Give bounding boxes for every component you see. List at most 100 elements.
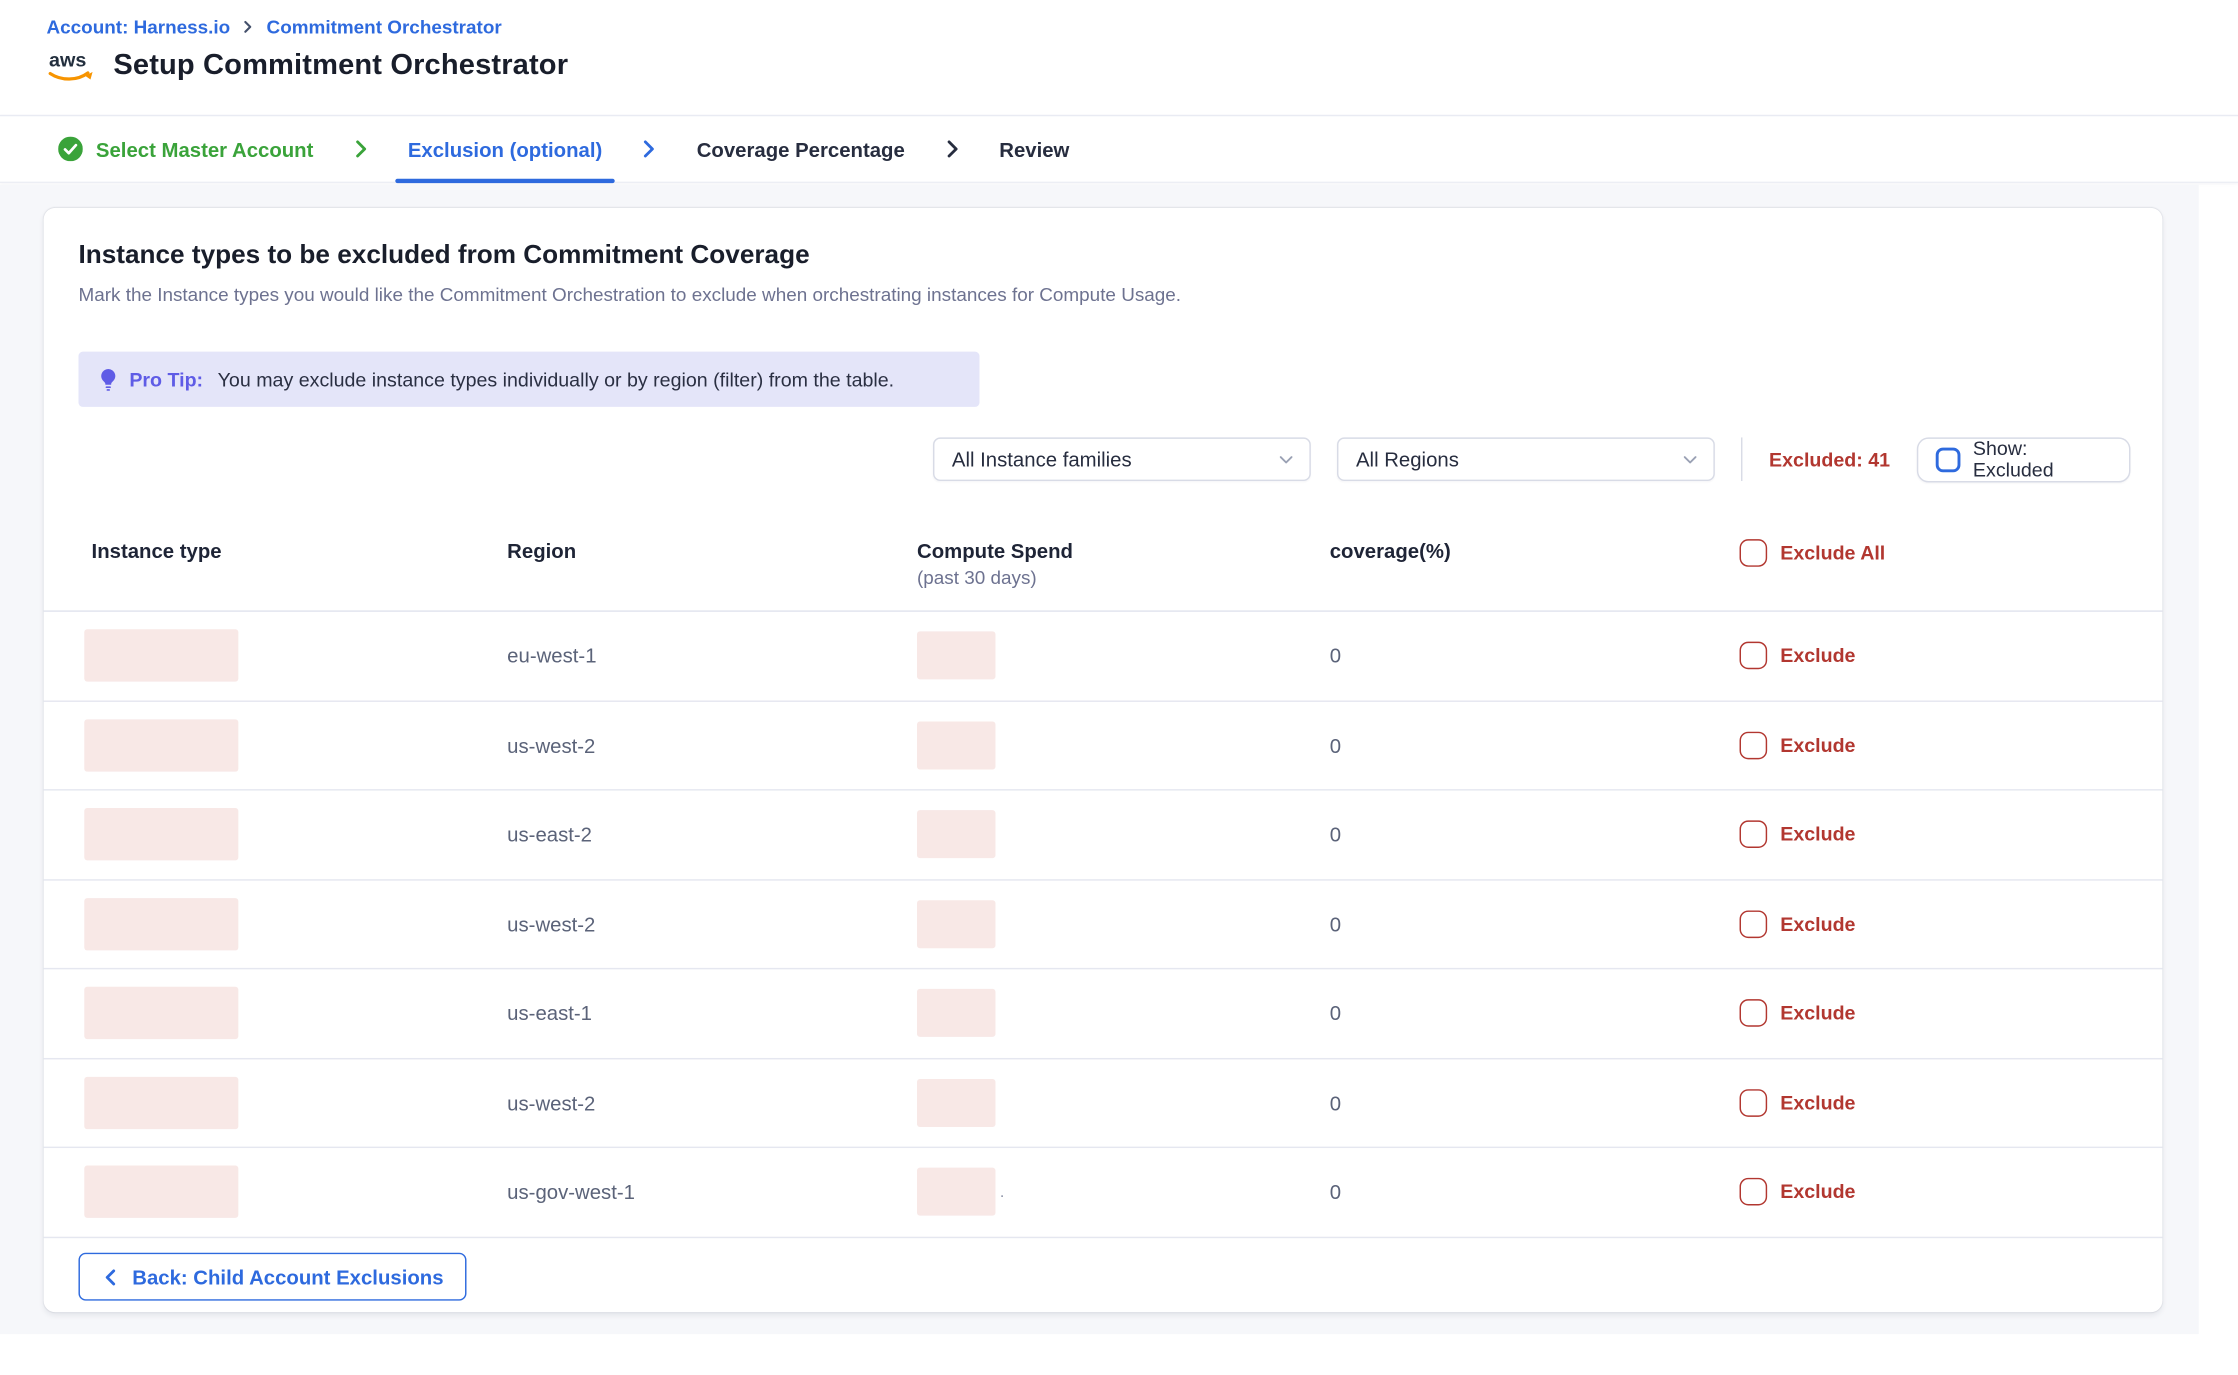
instance-families-select[interactable]: All Instance families: [933, 437, 1311, 481]
exclude-checkbox[interactable]: [1740, 731, 1768, 759]
exclude-cell: Exclude: [1740, 642, 1856, 670]
instance-type-redacted-cell: [84, 898, 238, 950]
panel-subtitle: Mark the Instance types you would like t…: [78, 283, 1181, 305]
step-review[interactable]: Review: [999, 116, 1069, 181]
step-exclusion-optional[interactable]: Exclusion (optional): [408, 116, 602, 181]
instance-type-redacted-cell: [84, 987, 238, 1039]
exclude-cell: Exclude: [1740, 910, 1856, 938]
instance-families-value: All Instance families: [952, 448, 1132, 471]
pro-tip-label: Pro Tip:: [129, 368, 203, 390]
coverage-cell: 0: [1330, 644, 1341, 667]
exclude-checkbox[interactable]: [1740, 642, 1768, 670]
instance-type-redacted-cell: [84, 719, 238, 771]
compute-suffix: .: [1000, 1183, 1004, 1200]
region-cell: us-east-2: [507, 823, 592, 846]
exclusion-table: Instance type Region Compute Spend (past…: [44, 539, 2163, 1237]
region-cell: us-west-2: [507, 912, 595, 935]
exclude-cell: Exclude: [1740, 1089, 1856, 1117]
exclude-checkbox[interactable]: [1740, 910, 1768, 938]
exclude-cell: Exclude: [1740, 999, 1856, 1027]
coverage-cell: 0: [1330, 912, 1341, 935]
svg-text:aws: aws: [49, 50, 86, 72]
exclude-all-label: Exclude All: [1780, 542, 1885, 564]
show-excluded-label: Show: Excluded: [1973, 437, 2112, 481]
lightbulb-icon: [99, 367, 118, 392]
compute-spend-redacted: [917, 811, 995, 859]
exclude-cell: Exclude: [1740, 1178, 1856, 1206]
exclude-all-checkbox[interactable]: [1740, 539, 1768, 567]
exclude-checkbox[interactable]: [1740, 1178, 1768, 1206]
vertical-divider: [1741, 437, 1742, 481]
coverage-cell: 0: [1330, 823, 1341, 846]
instance-type-redacted-cell: [84, 808, 238, 860]
header-compute-spend: Compute Spend (past 30 days): [917, 539, 1073, 588]
exclude-checkbox[interactable]: [1740, 821, 1768, 849]
coverage-cell: 0: [1330, 1180, 1341, 1203]
exclude-cell: Exclude: [1740, 731, 1856, 759]
step-select-master-account[interactable]: Select Master Account: [58, 116, 313, 181]
show-excluded-checkbox[interactable]: [1935, 447, 1960, 472]
step-label: Coverage Percentage: [697, 137, 905, 160]
header-coverage: coverage(%): [1330, 539, 1451, 562]
compute-spend-cell: [917, 811, 1000, 859]
compute-spend-cell: [917, 632, 1000, 680]
chevron-right-icon: [351, 116, 370, 181]
region-cell: us-east-1: [507, 1002, 592, 1025]
chevron-right-icon: [943, 116, 962, 181]
coverage-cell: 0: [1330, 734, 1341, 757]
step-coverage-percentage[interactable]: Coverage Percentage: [697, 116, 905, 181]
compute-spend-cell: [917, 721, 1000, 769]
compute-spend-redacted: [917, 900, 995, 948]
table-row: us-west-2 0 Exclude: [44, 1059, 2163, 1148]
step-label: Review: [999, 137, 1069, 160]
chevron-down-icon: [1682, 451, 1699, 468]
back-button-label: Back: Child Account Exclusions: [132, 1265, 443, 1288]
chevron-right-icon: [640, 116, 659, 181]
coverage-cell: 0: [1330, 1091, 1341, 1114]
compute-spend-redacted: [917, 1079, 995, 1127]
exclude-label: Exclude: [1780, 1002, 1855, 1024]
instance-type-redacted-cell: [84, 1166, 238, 1218]
exclude-label: Exclude: [1780, 1181, 1855, 1203]
region-cell: us-west-2: [507, 734, 595, 757]
breadcrumb-account-link[interactable]: Account: Harness.io: [47, 16, 231, 38]
exclude-checkbox[interactable]: [1740, 1089, 1768, 1117]
check-circle-icon: [58, 137, 83, 162]
coverage-cell: 0: [1330, 1002, 1341, 1025]
breadcrumb: Account: Harness.io Commitment Orchestra…: [47, 16, 2238, 38]
top-bar: Account: Harness.io Commitment Orchestra…: [0, 0, 2238, 115]
back-button[interactable]: Back: Child Account Exclusions: [78, 1253, 466, 1301]
regions-value: All Regions: [1356, 448, 1459, 471]
breadcrumb-page-link[interactable]: Commitment Orchestrator: [267, 16, 502, 38]
exclude-label: Exclude: [1780, 913, 1855, 935]
table-header: Instance type Region Compute Spend (past…: [44, 539, 2163, 612]
table-row: eu-west-1 0 Exclude: [44, 612, 2163, 701]
exclude-label: Exclude: [1780, 734, 1855, 756]
compute-spend-redacted: [917, 721, 995, 769]
chevron-left-icon: [102, 1268, 119, 1285]
show-excluded-toggle[interactable]: Show: Excluded: [1916, 437, 2130, 482]
compute-spend-redacted: [917, 989, 995, 1037]
region-cell: eu-west-1: [507, 644, 596, 667]
pro-tip-text: You may exclude instance types individua…: [218, 368, 894, 390]
aws-logo: aws: [47, 48, 96, 84]
regions-select[interactable]: All Regions: [1337, 437, 1715, 481]
header-exclude-all: Exclude All: [1740, 539, 1886, 567]
step-label: Select Master Account: [96, 137, 313, 160]
chevron-down-icon: [1278, 451, 1295, 468]
compute-spend-redacted: [917, 632, 995, 680]
exclude-checkbox[interactable]: [1740, 999, 1768, 1027]
table-row: us-east-1 0 Exclude: [44, 969, 2163, 1058]
table-row: us-west-2 0 Exclude: [44, 880, 2163, 969]
compute-spend-cell: [917, 1079, 1000, 1127]
page: Account: Harness.io Commitment Orchestra…: [0, 0, 2238, 1375]
table-row: us-gov-west-1 . 0 Exclude: [44, 1148, 2163, 1237]
compute-spend-redacted: [917, 1168, 995, 1216]
region-cell: us-gov-west-1: [507, 1180, 635, 1203]
excluded-count: Excluded: 41: [1769, 448, 1890, 470]
filter-row: All Instance families All Regions Exclud…: [933, 437, 2130, 481]
page-title: Setup Commitment Orchestrator: [113, 49, 568, 82]
instance-type-redacted-cell: [84, 1076, 238, 1128]
header-region: Region: [507, 539, 576, 562]
exclude-label: Exclude: [1780, 824, 1855, 846]
